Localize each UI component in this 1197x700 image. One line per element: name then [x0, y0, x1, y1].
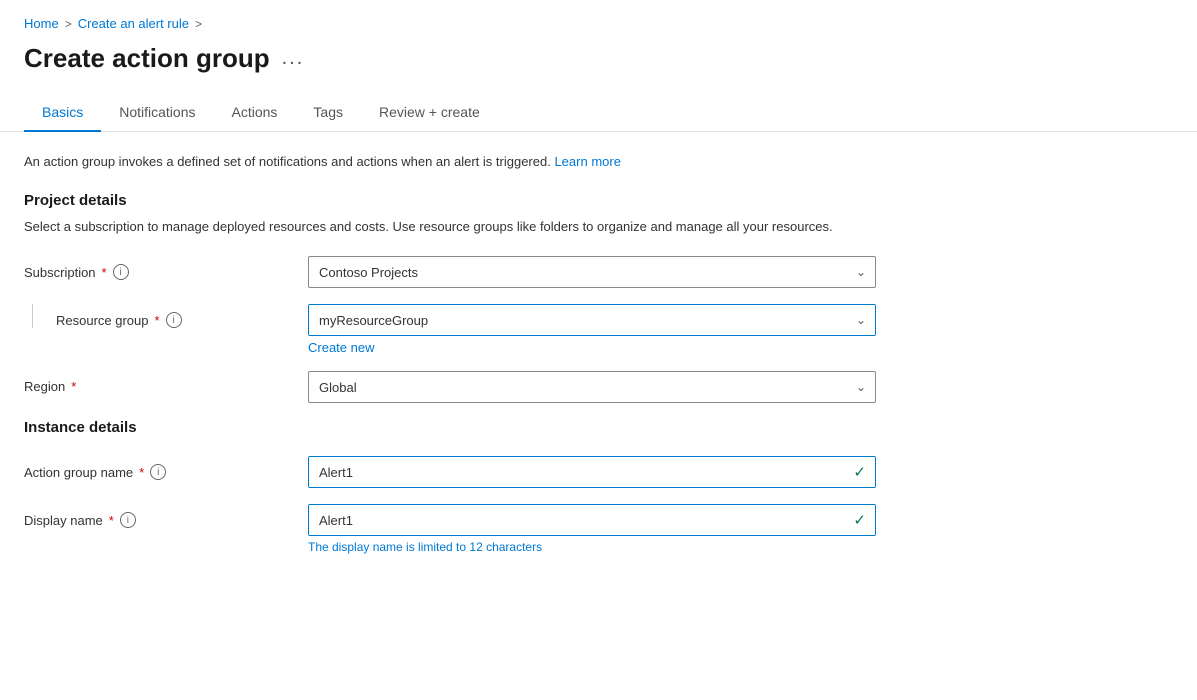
action-group-name-check-icon: ✓ [853, 463, 866, 481]
action-group-name-input-wrapper: ✓ [308, 456, 876, 488]
tab-bar: Basics Notifications Actions Tags Review… [0, 94, 1197, 132]
display-name-row: Display name * i ✓ The display name is l… [24, 504, 876, 554]
resource-group-label: Resource group [56, 313, 149, 328]
subscription-select[interactable]: Contoso Projects Visual Studio Subscript… [308, 256, 876, 288]
page-title: Create action group [24, 43, 270, 74]
region-control: Global East US West US West Europe ⌄ [308, 371, 876, 403]
resource-group-select[interactable]: myResourceGroup (new) myResourceGroup [308, 304, 876, 336]
subscription-row: Subscription * i Contoso Projects Visual… [24, 256, 876, 288]
breadcrumb-sep-2: > [195, 17, 202, 31]
display-name-input-wrapper: ✓ [308, 504, 876, 536]
create-new-link[interactable]: Create new [308, 340, 374, 355]
region-label-col: Region * [24, 371, 284, 394]
instance-details-section: Instance details Action group name * i ✓… [24, 419, 876, 554]
action-group-name-control: ✓ [308, 456, 876, 488]
region-select[interactable]: Global East US West US West Europe [308, 371, 876, 403]
region-select-wrapper: Global East US West US West Europe ⌄ [308, 371, 876, 403]
subscription-info-icon[interactable]: i [113, 264, 129, 280]
region-row: Region * Global East US West US West Eur… [24, 371, 876, 403]
resource-group-label-col: Resource group * i [24, 304, 284, 328]
display-name-hint: The display name is limited to 12 charac… [308, 540, 876, 554]
action-group-name-required: * [139, 465, 144, 480]
main-content: An action group invokes a defined set of… [0, 152, 900, 554]
resource-group-row: Resource group * i myResourceGroup (new)… [24, 304, 876, 355]
resource-group-control: myResourceGroup (new) myResourceGroup ⌄ … [308, 304, 876, 355]
tab-actions[interactable]: Actions [214, 94, 296, 132]
resource-group-info-icon[interactable]: i [166, 312, 182, 328]
region-required: * [71, 379, 76, 394]
page-header: Create action group ... [0, 39, 1197, 94]
tab-review-create[interactable]: Review + create [361, 94, 498, 132]
breadcrumb-alert-rule[interactable]: Create an alert rule [78, 16, 189, 31]
page-menu-icon[interactable]: ... [282, 47, 305, 70]
resource-group-select-wrapper: myResourceGroup (new) myResourceGroup ⌄ [308, 304, 876, 336]
display-name-required: * [109, 513, 114, 528]
learn-more-link[interactable]: Learn more [554, 154, 620, 169]
display-name-label: Display name [24, 513, 103, 528]
subscription-control: Contoso Projects Visual Studio Subscript… [308, 256, 876, 288]
subscription-required: * [102, 265, 107, 280]
tab-notifications[interactable]: Notifications [101, 94, 213, 132]
display-name-label-col: Display name * i [24, 504, 284, 528]
display-name-input[interactable] [308, 504, 876, 536]
intro-text: An action group invokes a defined set of… [24, 152, 876, 172]
breadcrumb: Home > Create an alert rule > [0, 0, 1197, 39]
breadcrumb-sep-1: > [65, 17, 72, 31]
display-name-check-icon: ✓ [853, 511, 866, 529]
resource-group-required: * [155, 313, 160, 328]
tab-tags[interactable]: Tags [295, 94, 361, 132]
tab-basics[interactable]: Basics [24, 94, 101, 132]
display-name-control: ✓ The display name is limited to 12 char… [308, 504, 876, 554]
action-group-name-label: Action group name [24, 465, 133, 480]
project-details-desc: Select a subscription to manage deployed… [24, 217, 876, 237]
action-group-name-info-icon[interactable]: i [150, 464, 166, 480]
breadcrumb-home[interactable]: Home [24, 16, 59, 31]
project-details-title: Project details [24, 192, 876, 209]
display-name-info-icon[interactable]: i [120, 512, 136, 528]
action-group-name-label-col: Action group name * i [24, 456, 284, 480]
action-group-name-row: Action group name * i ✓ [24, 456, 876, 488]
subscription-label-col: Subscription * i [24, 256, 284, 280]
action-group-name-input[interactable] [308, 456, 876, 488]
instance-details-title: Instance details [24, 419, 876, 436]
region-label: Region [24, 379, 65, 394]
subscription-select-wrapper: Contoso Projects Visual Studio Subscript… [308, 256, 876, 288]
subscription-label: Subscription [24, 265, 96, 280]
